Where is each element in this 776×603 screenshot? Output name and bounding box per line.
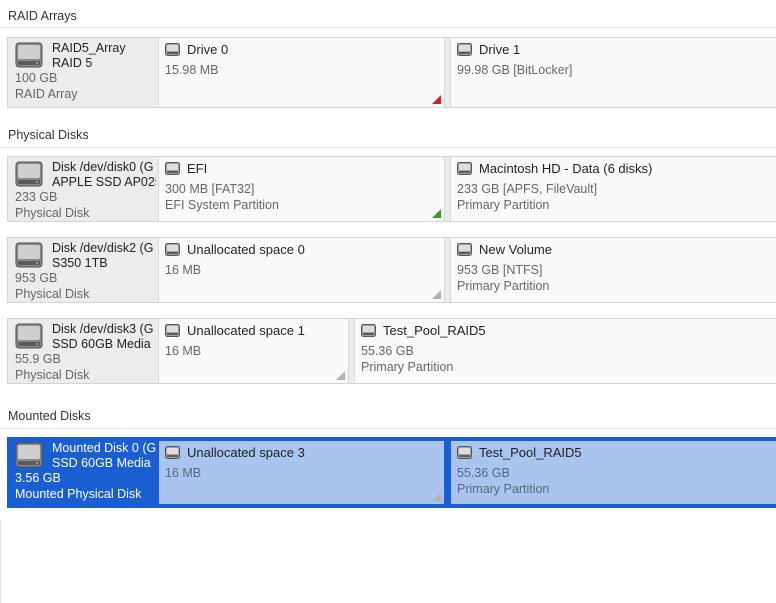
partition-icon (457, 43, 472, 56)
disk-type: Physical Disk (15, 287, 90, 301)
partition-unallocated-space-1[interactable]: Unallocated space 1 16 MB (158, 319, 349, 383)
partition-icon (165, 243, 180, 256)
partition-size: 16 MB (165, 344, 202, 358)
disk-info[interactable]: Mounted Disk 0 (G SSD 60GB Media 3.56 GB… (8, 438, 158, 507)
partition-size: 15.98 MB (165, 63, 219, 77)
section-divider (0, 428, 776, 429)
partition-icon (457, 243, 472, 256)
partition-size: 953 GB [NTFS] (457, 263, 543, 277)
disk-size: 953 GB (15, 271, 58, 285)
partition-type: Primary Partition (457, 482, 550, 496)
disk-name: Mounted Disk 0 (G SSD 60GB Media (52, 441, 156, 470)
status-corner-indicator (432, 209, 441, 218)
partition-name: Unallocated space 3 (187, 445, 305, 460)
partition-size: 55.36 GB (457, 466, 510, 480)
mounted-disk-row[interactable]: Mounted Disk 0 (G SSD 60GB Media 3.56 GB… (7, 437, 776, 508)
partition-icon (457, 162, 472, 175)
partition-size: 55.36 GB (361, 344, 414, 358)
section-divider (0, 147, 776, 148)
partition-size: 16 MB (165, 263, 202, 277)
disk-size: 233 GB (15, 190, 58, 204)
partition-name: Macintosh HD - Data (6 disks) (479, 161, 653, 176)
physical-disk-row[interactable]: Disk /dev/disk2 (G S350 1TB 953 GB Physi… (7, 237, 776, 303)
partition-drive-0[interactable]: Drive 0 15.98 MB (158, 38, 445, 107)
partition-macintosh-hd-data[interactable]: Macintosh HD - Data (6 disks) 233 GB [AP… (450, 157, 776, 221)
hard-disk-icon (15, 442, 43, 468)
disk-name: Disk /dev/disk2 (G S350 1TB (52, 241, 154, 270)
hard-disk-icon (15, 242, 43, 268)
hard-disk-icon (15, 323, 43, 349)
hard-disk-icon (15, 42, 43, 68)
partition-size: 99.98 GB [BitLocker] (457, 63, 573, 77)
partition-unallocated-space-3[interactable]: Unallocated space 3 16 MB (158, 440, 445, 505)
partition-name: Test_Pool_RAID5 (383, 323, 486, 338)
disk-info[interactable]: RAID5_Array RAID 5 100 GB RAID Array (8, 38, 158, 107)
partition-type: EFI System Partition (165, 198, 279, 212)
section-title-raid-arrays: RAID Arrays (8, 9, 77, 23)
disk-info[interactable]: Disk /dev/disk2 (G S350 1TB 953 GB Physi… (8, 238, 158, 302)
hard-disk-icon (15, 161, 43, 187)
disk-info[interactable]: Disk /dev/disk0 (G APPLE SSD AP0256 233 … (8, 157, 158, 221)
disk-type: RAID Array (15, 87, 78, 101)
partition-icon (165, 162, 180, 175)
partition-size: 233 GB [APFS, FileVault] (457, 182, 598, 196)
partition-icon (165, 43, 180, 56)
partition-name: EFI (187, 161, 208, 176)
section-title-mounted-disks: Mounted Disks (8, 409, 91, 423)
disk-name: Disk /dev/disk0 (G APPLE SSD AP0256 (52, 160, 156, 189)
partition-name: Unallocated space 1 (187, 323, 305, 338)
physical-disk-row[interactable]: Disk /dev/disk3 (G SSD 60GB Media 55.9 G… (7, 318, 776, 384)
partition-icon (165, 446, 180, 459)
section-title-physical-disks: Physical Disks (8, 128, 89, 142)
partition-name: Drive 1 (479, 42, 521, 57)
empty-list-area (0, 520, 776, 603)
partition-test-pool-raid5[interactable]: Test_Pool_RAID5 55.36 GB Primary Partiti… (354, 319, 776, 383)
disk-type: Physical Disk (15, 368, 90, 382)
section-divider (0, 27, 776, 28)
disk-type: Physical Disk (15, 206, 90, 220)
disk-name: Disk /dev/disk3 (G SSD 60GB Media (52, 322, 154, 351)
disk-size: 55.9 GB (15, 352, 61, 366)
partition-new-volume[interactable]: New Volume 953 GB [NTFS] Primary Partiti… (450, 238, 776, 302)
partition-icon (361, 324, 376, 337)
partition-efi[interactable]: EFI 300 MB [FAT32] EFI System Partition (158, 157, 445, 221)
partition-drive-1[interactable]: Drive 1 99.98 GB [BitLocker] (450, 38, 776, 107)
partition-unallocated-space-0[interactable]: Unallocated space 0 16 MB (158, 238, 445, 302)
raid-array-row[interactable]: RAID5_Array RAID 5 100 GB RAID Array Dri… (7, 37, 776, 108)
disk-name: RAID5_Array RAID 5 (52, 41, 126, 70)
status-corner-indicator (432, 492, 441, 501)
partition-name: Unallocated space 0 (187, 242, 305, 257)
disk-size: 3.56 GB (15, 471, 61, 485)
disk-type: Mounted Physical Disk (15, 487, 142, 501)
partition-test-pool-raid5-mounted[interactable]: Test_Pool_RAID5 55.36 GB Primary Partiti… (450, 440, 776, 505)
partition-size: 300 MB [FAT32] (165, 182, 255, 196)
partition-type: Primary Partition (457, 279, 550, 293)
partition-name: Drive 0 (187, 42, 229, 57)
partition-name: Test_Pool_RAID5 (479, 445, 582, 460)
partition-type: Primary Partition (457, 198, 550, 212)
disk-size: 100 GB (15, 71, 58, 85)
physical-disk-row[interactable]: Disk /dev/disk0 (G APPLE SSD AP0256 233 … (7, 156, 776, 222)
status-corner-indicator (336, 371, 345, 380)
partition-icon (165, 324, 180, 337)
status-corner-indicator (432, 290, 441, 299)
status-corner-indicator (432, 95, 441, 104)
disk-info[interactable]: Disk /dev/disk3 (G SSD 60GB Media 55.9 G… (8, 319, 158, 383)
partition-name: New Volume (479, 242, 552, 257)
partition-size: 16 MB (165, 466, 202, 480)
partition-type: Primary Partition (361, 360, 454, 374)
partition-icon (457, 446, 472, 459)
